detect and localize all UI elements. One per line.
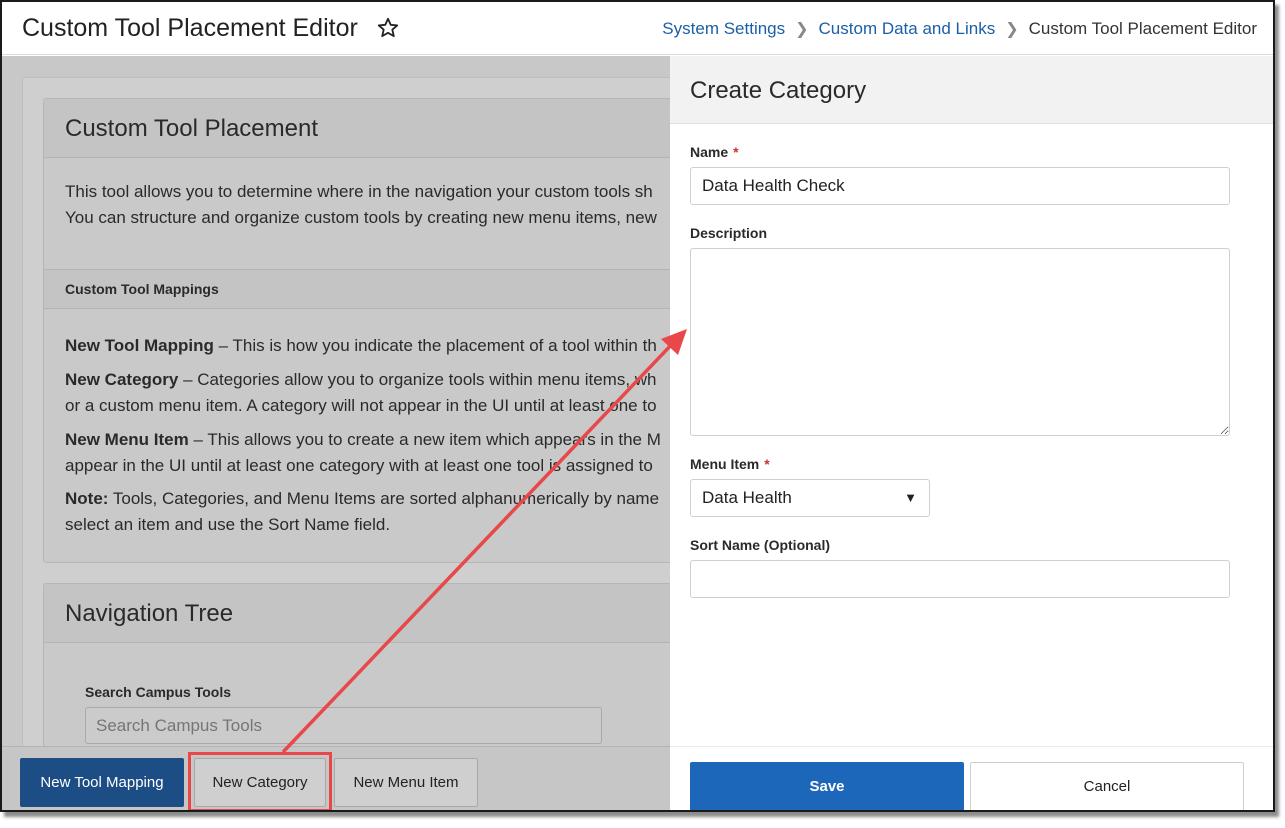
page-title: Custom Tool Placement Editor (22, 14, 358, 42)
definition-text: or a custom menu item. A category will n… (65, 396, 657, 415)
sort-name-input[interactable] (690, 560, 1230, 598)
new-tool-mapping-button[interactable]: New Tool Mapping (20, 758, 184, 807)
mappings-heading: Custom Tool Mappings (65, 281, 219, 297)
definition-new-menu-item: New Menu Item – This allows you to creat… (65, 427, 661, 479)
menu-item-label-text: Menu Item (690, 456, 760, 472)
definition-text: select an item and use the Sort Name fie… (65, 515, 391, 534)
definition-text: Tools, Categories, and Menu Items are so… (108, 489, 660, 508)
breadcrumb-custom-data-and-links[interactable]: Custom Data and Links (819, 19, 996, 39)
breadcrumb-current: Custom Tool Placement Editor (1028, 19, 1257, 38)
definition-new-tool-mapping: New Tool Mapping – This is how you indic… (65, 333, 657, 359)
definition-term: New Category (65, 370, 179, 389)
search-campus-tools-input[interactable] (85, 707, 602, 744)
required-marker: * (733, 144, 739, 160)
intro-line: This tool allows you to determine where … (65, 182, 653, 201)
new-menu-item-button[interactable]: New Menu Item (334, 758, 478, 807)
chevron-right-icon: ❯ (795, 21, 809, 38)
menu-item-selected-value: Data Health (702, 488, 792, 507)
definition-text: – This allows you to create a new item w… (188, 430, 661, 449)
sort-name-label: Sort Name (Optional) (690, 537, 831, 553)
menu-item-label: Menu Item * (690, 456, 770, 472)
annotation-highlight-box (188, 752, 332, 810)
description-textarea[interactable] (690, 248, 1230, 436)
bottom-toolbar: New Tool Mapping New Category New Menu I… (2, 746, 670, 810)
window: Custom Tool Placement Editor System Sett… (0, 0, 1275, 812)
content-card: Custom Tool Placement This tool allows y… (22, 77, 670, 746)
save-button[interactable]: Save (690, 762, 964, 810)
name-input[interactable] (690, 167, 1230, 205)
star-icon[interactable] (376, 16, 400, 40)
definition-text: – Categories allow you to organize tools… (178, 370, 657, 389)
side-panel-footer: Save Cancel (670, 746, 1273, 810)
side-panel-header: Create Category (670, 56, 1273, 124)
mappings-subheader: Custom Tool Mappings (44, 269, 670, 309)
name-label-text: Name (690, 144, 729, 160)
chevron-right-icon: ❯ (1005, 21, 1019, 38)
create-category-panel: Create Category Name* Description Menu I… (670, 56, 1273, 810)
custom-tool-placement-panel: Custom Tool Placement This tool allows y… (43, 98, 670, 563)
navigation-tree-title: Navigation Tree (65, 600, 234, 627)
intro-line: You can structure and organize custom to… (65, 208, 657, 227)
page-header: Custom Tool Placement Editor System Sett… (2, 2, 1273, 55)
required-marker: * (764, 456, 770, 472)
definition-note: Note: Tools, Categories, and Menu Items … (65, 486, 659, 538)
definition-term: Note: (65, 489, 109, 508)
definition-text: appear in the UI until at least one cate… (65, 456, 653, 475)
side-panel-title: Create Category (690, 77, 867, 104)
breadcrumb-system-settings[interactable]: System Settings (662, 19, 785, 39)
intro-text: This tool allows you to determine where … (65, 179, 657, 231)
panel-title: Custom Tool Placement (65, 115, 319, 142)
main-content-overlay: Custom Tool Placement This tool allows y… (2, 56, 670, 746)
description-label: Description (690, 225, 768, 241)
caret-down-icon: ▼ (904, 490, 917, 505)
menu-item-select[interactable]: Data Health ▼ (690, 479, 930, 517)
cancel-button[interactable]: Cancel (970, 762, 1244, 810)
name-label: Name * (690, 144, 739, 160)
navigation-tree-panel: Navigation Tree Search Campus Tools (43, 583, 670, 746)
definition-term: New Menu Item (65, 430, 189, 449)
definition-term: New Tool Mapping (65, 336, 214, 355)
definition-text: – This is how you indicate the placement… (213, 336, 657, 355)
search-label: Search Campus Tools (85, 684, 232, 700)
definition-new-category: New Category – Categories allow you to o… (65, 367, 657, 419)
breadcrumb: System Settings ❯ Custom Data and Links … (662, 19, 1257, 39)
